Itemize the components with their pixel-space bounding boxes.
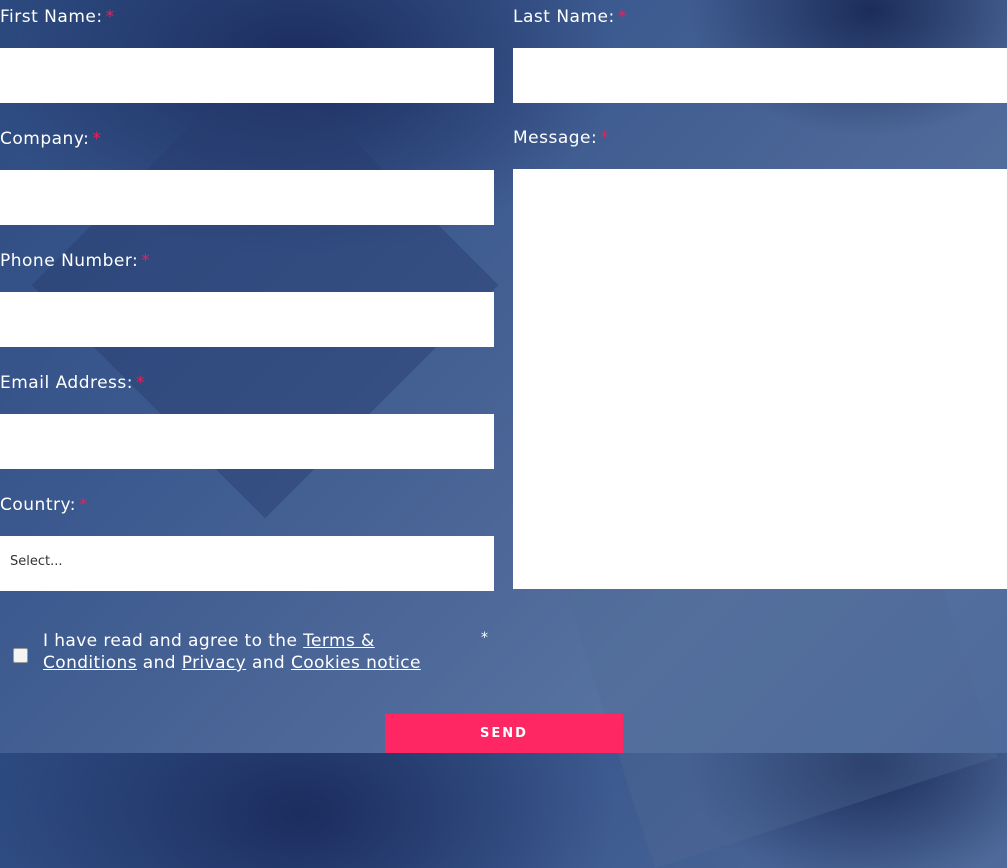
company-label-text: Company: <box>0 129 90 149</box>
company-input[interactable] <box>0 170 494 225</box>
message-label-text: Message: <box>513 128 598 148</box>
consent-text: I have read and agree to the Terms & Con… <box>43 630 463 674</box>
required-mark: * <box>136 373 145 393</box>
last-name-label: Last Name: * <box>513 7 627 27</box>
email-input[interactable] <box>0 414 494 469</box>
first-name-input[interactable] <box>0 48 494 103</box>
required-mark: * <box>600 128 610 148</box>
email-label: Email Address: * <box>0 373 145 393</box>
message-textarea[interactable] <box>513 169 1007 589</box>
required-mark: * <box>92 129 102 149</box>
last-name-label-text: Last Name: <box>513 7 615 27</box>
last-name-input[interactable] <box>513 48 1007 103</box>
country-label-text: Country: <box>0 495 77 515</box>
country-label: Country: * <box>0 495 88 515</box>
phone-label: Phone Number: * <box>0 251 150 271</box>
consent-required-mark: * <box>481 630 488 646</box>
consent-text-start: I have read and agree to the <box>43 631 304 651</box>
first-name-label: First Name: * <box>0 7 115 27</box>
country-select-value: Select... <box>10 554 63 569</box>
phone-input[interactable] <box>0 292 494 347</box>
consent-checkbox[interactable] <box>13 648 28 663</box>
email-label-text: Email Address: <box>0 373 133 393</box>
first-name-label-text: First Name: <box>0 7 103 27</box>
required-mark: * <box>617 7 627 27</box>
message-label: Message: * <box>513 128 609 148</box>
company-label: Company: * <box>0 129 101 149</box>
required-mark: * <box>141 251 151 271</box>
country-select[interactable]: Select... <box>0 536 494 591</box>
consent-and: and <box>246 653 291 673</box>
privacy-link[interactable]: Privacy <box>182 653 246 673</box>
required-mark: * <box>79 495 89 515</box>
consent-and: and <box>136 653 182 673</box>
required-mark: * <box>105 7 115 27</box>
cookies-link[interactable]: Cookies notice <box>291 653 421 673</box>
send-button[interactable]: SEND <box>385 714 623 753</box>
phone-label-text: Phone Number: <box>0 251 139 271</box>
